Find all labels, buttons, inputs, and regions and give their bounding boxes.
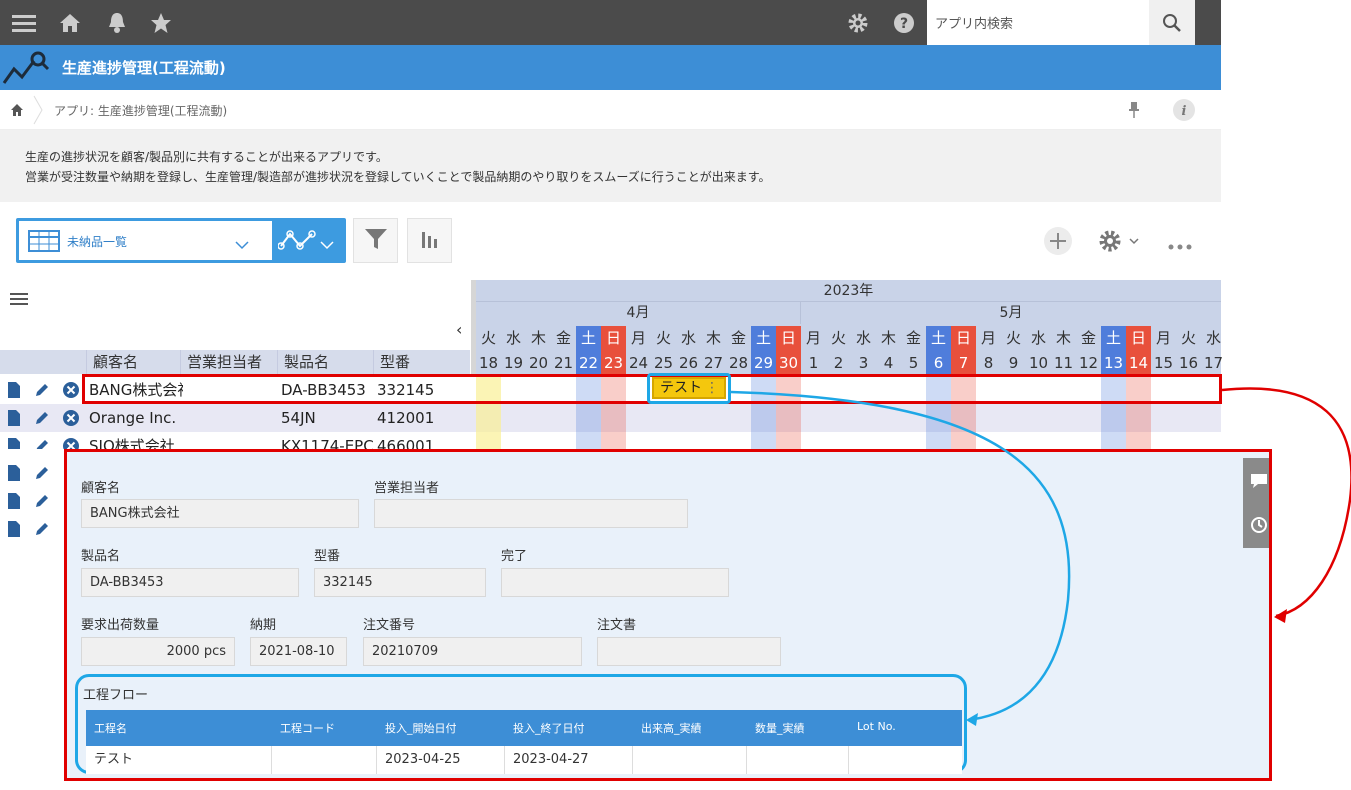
annotation-arrows — [730, 387, 1351, 726]
